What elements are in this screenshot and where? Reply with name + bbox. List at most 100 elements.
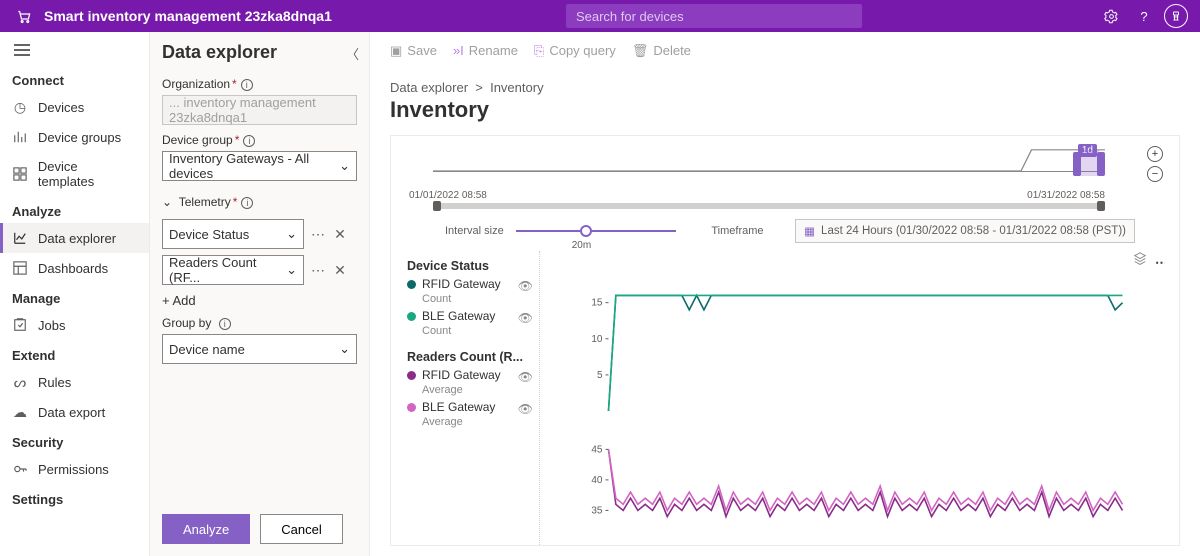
nav-jobs[interactable]: Jobs (0, 310, 149, 340)
legend-group-1: Device Status (407, 259, 539, 273)
groupby-select[interactable]: Device name⌄ (162, 334, 357, 364)
svg-text:5: 5 (597, 370, 603, 381)
legend-swatch (407, 312, 416, 321)
legend-swatch (407, 371, 416, 380)
telemetry-label: ⌄ Telemetry*i (162, 195, 357, 209)
info-icon[interactable]: i (241, 79, 253, 91)
more-icon[interactable]: ⋯ (310, 262, 326, 278)
range-handle-right[interactable] (1097, 152, 1105, 176)
range-scrollbar[interactable] (433, 203, 1105, 209)
nav-section-manage: Manage (0, 283, 149, 310)
telemetry-select-1[interactable]: Readers Count (RF...⌄ (162, 255, 304, 285)
chevron-down-icon: ⌄ (339, 341, 350, 357)
nav-data-export[interactable]: ☁Data export (0, 397, 149, 427)
svg-text:35: 35 (591, 505, 603, 516)
rename-button[interactable]: »IRename (453, 43, 518, 58)
zoom-out-icon[interactable]: − (1147, 166, 1163, 182)
timeframe-picker[interactable]: ▦ Last 24 Hours (01/30/2022 08:58 - 01/3… (795, 219, 1135, 243)
delete-button[interactable]: 🗑Delete (632, 43, 691, 59)
analyze-button[interactable]: Analyze (162, 514, 250, 544)
svg-text:40: 40 (591, 475, 603, 486)
legend-item[interactable]: BLE GatewayAverage👁 (407, 400, 539, 429)
zoom-in-icon[interactable]: + (1147, 146, 1163, 162)
delete-icon: 🗑 (632, 43, 649, 59)
nav-device-groups[interactable]: Device groups (0, 122, 149, 152)
line-chart: 5 10 15 35 40 45 (540, 251, 1165, 541)
org-label: Organization*i (162, 77, 357, 91)
legend-group-2: Readers Count (R... (407, 350, 539, 364)
range-handle-left[interactable] (1073, 152, 1081, 176)
legend-item[interactable]: RFID GatewayAverage👁 (407, 368, 539, 397)
info-icon[interactable]: i (219, 318, 231, 330)
svg-text:15: 15 (591, 298, 603, 309)
app-title: Smart inventory management 23zka8dnqa1 (44, 8, 332, 24)
gear-icon[interactable] (1096, 0, 1128, 32)
group-label: Device group*i (162, 133, 357, 147)
svg-text:10: 10 (591, 334, 603, 345)
range-selection[interactable] (1079, 150, 1099, 176)
left-nav: Connect ◷Devices Device groups Device te… (0, 32, 150, 556)
breadcrumb-leaf: Inventory (490, 80, 543, 95)
eye-icon[interactable]: 👁 (518, 279, 533, 293)
save-button[interactable]: ▣Save (390, 43, 437, 59)
nav-device-templates[interactable]: Device templates (0, 152, 149, 196)
device-group-select[interactable]: Inventory Gateways - All devices⌄ (162, 151, 357, 181)
content-toolbar: ▣Save »IRename ⎘Copy query 🗑Delete (370, 32, 1200, 70)
eye-icon[interactable]: 👁 (518, 311, 533, 325)
templates-icon (12, 166, 28, 182)
range-end: 01/31/2022 08:58 (1027, 190, 1105, 201)
nav-section-analyze: Analyze (0, 196, 149, 223)
dashboards-icon (12, 260, 28, 276)
info-icon[interactable]: i (241, 197, 253, 209)
eye-icon[interactable]: 👁 (518, 402, 533, 416)
save-icon: ▣ (390, 43, 402, 59)
export-icon: ☁ (12, 404, 28, 420)
time-range-overview[interactable]: 1d + − (405, 146, 1165, 190)
explorer-title: Data explorer (162, 42, 357, 63)
layers-icon[interactable] (1133, 251, 1147, 268)
interval-label: Interval size (445, 225, 504, 237)
remove-icon[interactable]: ✕ (332, 262, 348, 278)
legend-item[interactable]: RFID GatewayCount👁 (407, 277, 539, 306)
legend-swatch (407, 403, 416, 412)
avatar[interactable] (1160, 0, 1192, 32)
collapse-panel-icon[interactable]: 〈 (346, 44, 359, 63)
legend-item[interactable]: BLE GatewayCount👁 (407, 309, 539, 338)
remove-icon[interactable]: ✕ (332, 226, 348, 242)
nav-permissions[interactable]: Permissions (0, 454, 149, 484)
nav-section-settings: Settings (0, 484, 149, 511)
page-title: Inventory (370, 95, 1200, 135)
rules-icon: ᔕ (12, 374, 28, 390)
nav-data-explorer[interactable]: Data explorer (0, 223, 149, 253)
explorer-panel: Data explorer 〈 Organization*i ... inven… (150, 32, 370, 556)
more-icon[interactable]: ⋯ (310, 226, 326, 242)
chevron-down-icon: ⌄ (286, 226, 297, 242)
search-input[interactable] (566, 4, 862, 28)
add-telemetry[interactable]: + Add (162, 293, 357, 308)
svg-text:45: 45 (591, 444, 603, 455)
explorer-icon (12, 230, 28, 246)
app-waffle-icon[interactable] (8, 0, 40, 32)
slider-thumb[interactable] (580, 225, 592, 237)
more-icon[interactable]: ⋯ (1155, 255, 1165, 271)
breadcrumb-root[interactable]: Data explorer (390, 80, 468, 95)
calendar-icon: ▦ (804, 224, 815, 238)
interval-value: 20m (572, 240, 591, 251)
chevron-down-icon: ⌄ (286, 262, 297, 278)
eye-icon[interactable]: 👁 (518, 370, 533, 384)
copy-query-button[interactable]: ⎘Copy query (534, 43, 616, 59)
groupby-label: Group by i (162, 316, 357, 330)
cancel-button[interactable]: Cancel (260, 514, 342, 544)
org-input: ... inventory management 23zka8dnqa1 (162, 95, 357, 125)
nav-rules[interactable]: ᔕRules (0, 367, 149, 397)
devices-icon: ◷ (12, 99, 28, 115)
telemetry-select-0[interactable]: Device Status⌄ (162, 219, 304, 249)
nav-dashboards[interactable]: Dashboards (0, 253, 149, 283)
interval-slider[interactable]: 20m (516, 230, 676, 232)
hamburger-icon[interactable] (0, 38, 149, 65)
info-icon[interactable]: i (243, 135, 255, 147)
range-start: 01/01/2022 08:58 (409, 190, 487, 201)
nav-section-extend: Extend (0, 340, 149, 367)
help-icon[interactable]: ? (1128, 0, 1160, 32)
nav-devices[interactable]: ◷Devices (0, 92, 149, 122)
